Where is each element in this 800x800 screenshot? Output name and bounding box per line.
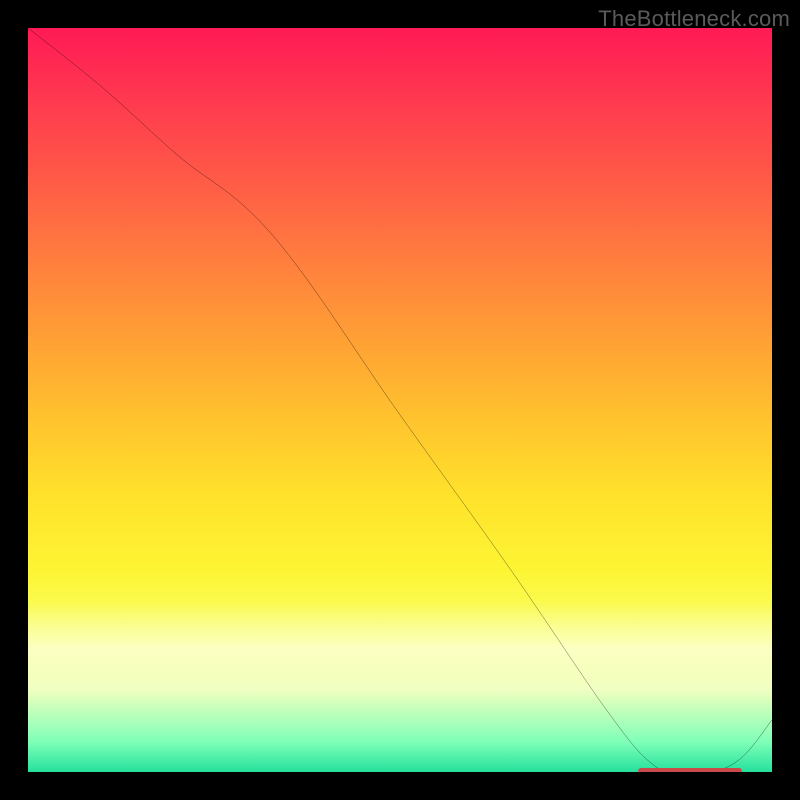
bottleneck-curve [28,28,772,772]
chart-frame: TheBottleneck.com [0,0,800,800]
plot-area [28,28,772,772]
curve-svg [28,28,772,772]
optimum-flat-marker [638,768,742,772]
